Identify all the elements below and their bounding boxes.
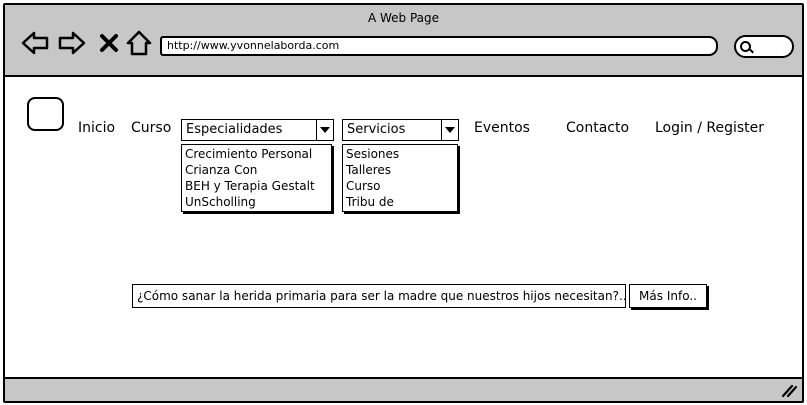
especialidades-selected: Especialidades	[186, 122, 283, 137]
dropdown-option[interactable]: Crianza Con	[185, 162, 328, 178]
nav-link-inicio[interactable]: Inicio	[78, 120, 115, 136]
window-title: A Web Page	[367, 11, 440, 25]
forward-arrow-icon[interactable]	[57, 28, 87, 58]
search-icon	[740, 41, 751, 52]
nav-link-login[interactable]: Login / Register	[655, 120, 764, 136]
dropdown-option[interactable]: Talleres	[346, 162, 454, 178]
servicios-select[interactable]: Servicios	[342, 119, 459, 141]
close-x-icon[interactable]	[94, 28, 124, 58]
url-input[interactable]: http://www.yvonnelaborda.com	[160, 36, 718, 56]
chevron-down-icon[interactable]	[316, 119, 334, 141]
dropdown-option[interactable]: Sesiones	[346, 146, 454, 162]
dropdown-option[interactable]: Curso	[346, 178, 454, 194]
search-field[interactable]	[734, 35, 794, 58]
back-arrow-icon[interactable]	[20, 28, 50, 58]
more-info-button[interactable]: Más Info..	[629, 284, 707, 308]
servicios-selected: Servicios	[347, 122, 406, 137]
dropdown-option[interactable]: BEH y Terapia Gestalt	[185, 178, 328, 194]
especialidades-dropdown-list: Crecimiento Personal Crianza Con BEH y T…	[181, 144, 332, 212]
dropdown-option[interactable]: Tribu de	[346, 194, 454, 210]
especialidades-select[interactable]: Especialidades	[181, 119, 334, 141]
dropdown-option[interactable]: Crecimiento Personal	[185, 146, 328, 162]
headline-text: ¿Cómo sanar la herida primaria para ser …	[132, 284, 627, 308]
logo[interactable]	[27, 97, 64, 131]
home-icon[interactable]	[124, 28, 154, 58]
nav-link-eventos[interactable]: Eventos	[474, 120, 530, 136]
nav-link-contacto[interactable]: Contacto	[566, 120, 629, 136]
dropdown-option[interactable]: UnScholling	[185, 194, 328, 210]
status-bar	[5, 377, 802, 401]
resize-grip-icon[interactable]	[780, 382, 798, 398]
nav-link-curso[interactable]: Curso	[131, 120, 171, 136]
chevron-down-icon[interactable]	[441, 119, 459, 141]
servicios-dropdown-list: Sesiones Talleres Curso Tribu de	[342, 144, 458, 212]
